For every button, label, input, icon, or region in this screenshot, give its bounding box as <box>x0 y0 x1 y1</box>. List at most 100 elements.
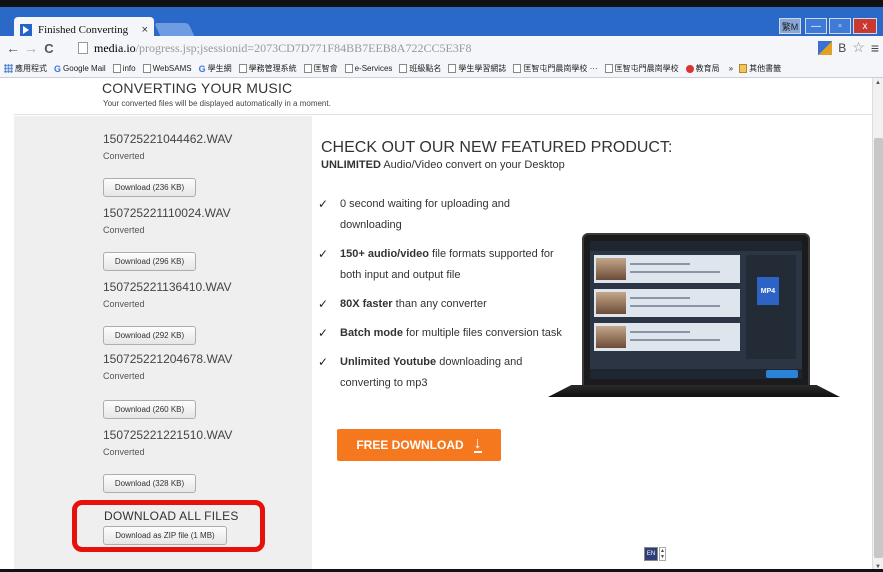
bookmark-label: 學生網 <box>207 64 232 73</box>
red-circle-icon <box>685 64 694 73</box>
bookmark-item[interactable]: G 學生網 <box>199 63 232 74</box>
bookmark-item[interactable]: 班級點名 <box>399 63 441 74</box>
language-selector[interactable]: EN ▲ ▼ <box>644 547 666 561</box>
bookmark-label: 匡智會 <box>313 64 338 73</box>
bookmark-item[interactable]: 教育局 <box>685 63 720 74</box>
bookmark-item[interactable]: 匡智屯門晨崗學校 <box>604 63 679 74</box>
left-edge <box>0 78 14 572</box>
folder-icon <box>739 64 748 73</box>
check-icon: ✓ <box>318 247 329 261</box>
other-bookmarks-folder[interactable]: 其他書籤 <box>739 63 781 74</box>
close-window-button[interactable]: x <box>853 18 877 34</box>
feature-list: ✓ 0 second waiting for uploading and dow… <box>318 194 568 402</box>
download-button[interactable]: Download (328 KB) <box>103 474 196 493</box>
download-button[interactable]: Download (236 KB) <box>103 178 196 197</box>
media-io-favicon-icon <box>20 24 32 36</box>
bookmark-label: 學務管理系統 <box>248 64 297 73</box>
file-entry: 150725221110024.WAV Converted <box>103 206 231 235</box>
url-host: media.io <box>94 40 136 55</box>
bookmark-star-icon[interactable]: ☆ <box>852 39 865 56</box>
laptop-base <box>548 385 840 397</box>
address-toolbar: ← → C media.io/progress.jsp;jsessionid=2… <box>0 36 883 60</box>
back-arrow-icon[interactable]: ← <box>4 40 22 56</box>
page-scrollbar[interactable]: ▲ ▼ <box>872 78 883 572</box>
bookmark-item[interactable]: 匡智會 <box>303 63 338 74</box>
google-icon: G <box>54 63 62 74</box>
file-entry: 150725221221510.WAV Converted <box>103 428 232 457</box>
bookmark-label: 班級點名 <box>409 64 442 73</box>
maximize-button[interactable]: ▫ <box>829 18 851 34</box>
file-name: 150725221221510.WAV <box>103 428 233 442</box>
feature-text: for multiple files conversion task <box>402 327 562 339</box>
address-bar[interactable]: media.io/progress.jsp;jsessionid=2073CD7… <box>78 38 806 58</box>
forward-arrow-icon[interactable]: → <box>22 40 40 56</box>
page-icon <box>142 64 151 73</box>
page-content: CONVERTING YOUR MUSIC Your converted fil… <box>14 78 872 572</box>
tab-title: Finished Converting <box>38 24 129 36</box>
bookmark-item[interactable]: 學生學習網誌 <box>448 63 506 74</box>
file-entry: 150725221044462.WAV Converted <box>103 132 232 161</box>
minimize-button[interactable]: — <box>805 18 827 34</box>
file-status: Converted <box>103 151 145 161</box>
download-button[interactable]: Download (292 KB) <box>103 326 196 345</box>
bookmark-item[interactable]: 學務管理系統 <box>238 63 297 74</box>
language-flag[interactable]: EN <box>644 547 658 561</box>
promo-subtitle-rest: Audio/Video convert on your Desktop <box>380 159 565 171</box>
language-spinner[interactable]: ▲ ▼ <box>659 547 666 561</box>
feature-item: ✓ Unlimited Youtube downloading and conv… <box>318 352 568 394</box>
bookmark-item[interactable]: e-Services <box>344 64 393 73</box>
apps-icon <box>4 64 13 73</box>
ime-indicator[interactable]: 繁M <box>779 18 801 34</box>
file-name: 150725221110024.WAV <box>103 206 231 220</box>
bookmark-label: WebSAMS <box>152 64 192 73</box>
laptop-product-image: MP4 <box>548 233 840 405</box>
bookmark-label: 匡智屯門晨崗學校 ··· <box>523 64 598 73</box>
bookmark-item[interactable]: info <box>112 64 136 73</box>
bookmark-item[interactable]: WebSAMS <box>142 64 192 73</box>
bookmark-item[interactable]: G Google Mail <box>54 64 106 74</box>
feature-bold: Batch mode <box>340 327 403 339</box>
bookmark-item[interactable]: 應用程式 <box>4 63 47 74</box>
page-icon <box>112 64 121 73</box>
download-button[interactable]: Download (260 KB) <box>103 400 196 419</box>
page-header: CONVERTING YOUR MUSIC Your converted fil… <box>14 78 872 115</box>
bookmark-label: 應用程式 <box>15 64 47 73</box>
bookmark-label: e-Services <box>354 64 393 73</box>
tab-close-icon[interactable]: × <box>142 24 148 36</box>
bookmark-label: info <box>122 64 136 73</box>
app-screenshot: MP4 <box>590 241 802 379</box>
file-entry: 150725221136410.WAV Converted <box>103 280 232 309</box>
page-icon <box>448 64 457 73</box>
laptop-screen: MP4 <box>582 233 810 387</box>
promo-subtitle-bold: UNLIMITED <box>321 159 381 171</box>
page-icon <box>303 64 312 73</box>
feature-item: ✓ Batch mode for multiple files conversi… <box>318 323 568 344</box>
feature-text: than any converter <box>392 298 487 310</box>
file-status: Converted <box>103 371 145 381</box>
page-title: CONVERTING YOUR MUSIC <box>102 80 293 96</box>
browser-titlebar: Finished Converting × 繁M — ▫ x <box>0 0 883 43</box>
other-bookmarks-label: 其他書籤 <box>749 64 782 73</box>
check-icon: ✓ <box>318 197 329 211</box>
promo-panel: CHECK OUT OUR NEW FEATURED PRODUCT: UNLI… <box>312 116 872 572</box>
feature-bold: Unlimited Youtube <box>340 356 437 368</box>
chrome-menu-icon[interactable]: ≡ <box>871 40 879 56</box>
page-icon <box>78 42 88 54</box>
page-icon <box>399 64 408 73</box>
file-name: 150725221136410.WAV <box>103 280 232 294</box>
scroll-up-icon[interactable]: ▲ <box>875 80 881 86</box>
page-icon <box>238 64 247 73</box>
bookmarks-bar: 應用程式 G Google Mail info WebSAMS G 學生網 學務管理系統 匡智會… <box>0 60 883 78</box>
extension-icon[interactable] <box>818 40 833 55</box>
download-button[interactable]: Download (296 KB) <box>103 252 196 271</box>
reload-icon[interactable]: C <box>40 41 58 56</box>
spinner-down-icon[interactable]: ▼ <box>660 554 665 560</box>
converted-files-panel: 150725221044462.WAV Converted Download (… <box>14 116 312 572</box>
translate-extension-icon[interactable]: B <box>838 41 846 55</box>
free-download-button[interactable]: FREE DOWNLOAD ↓ <box>337 429 501 461</box>
bookmark-item[interactable]: 匡智屯門晨崗學校 ··· <box>513 63 598 74</box>
bookmarks-more-icon[interactable]: » <box>729 64 733 73</box>
page-icon <box>344 64 353 73</box>
feature-item: ✓ 80X faster than any converter <box>318 294 568 315</box>
scroll-thumb[interactable] <box>874 138 883 558</box>
